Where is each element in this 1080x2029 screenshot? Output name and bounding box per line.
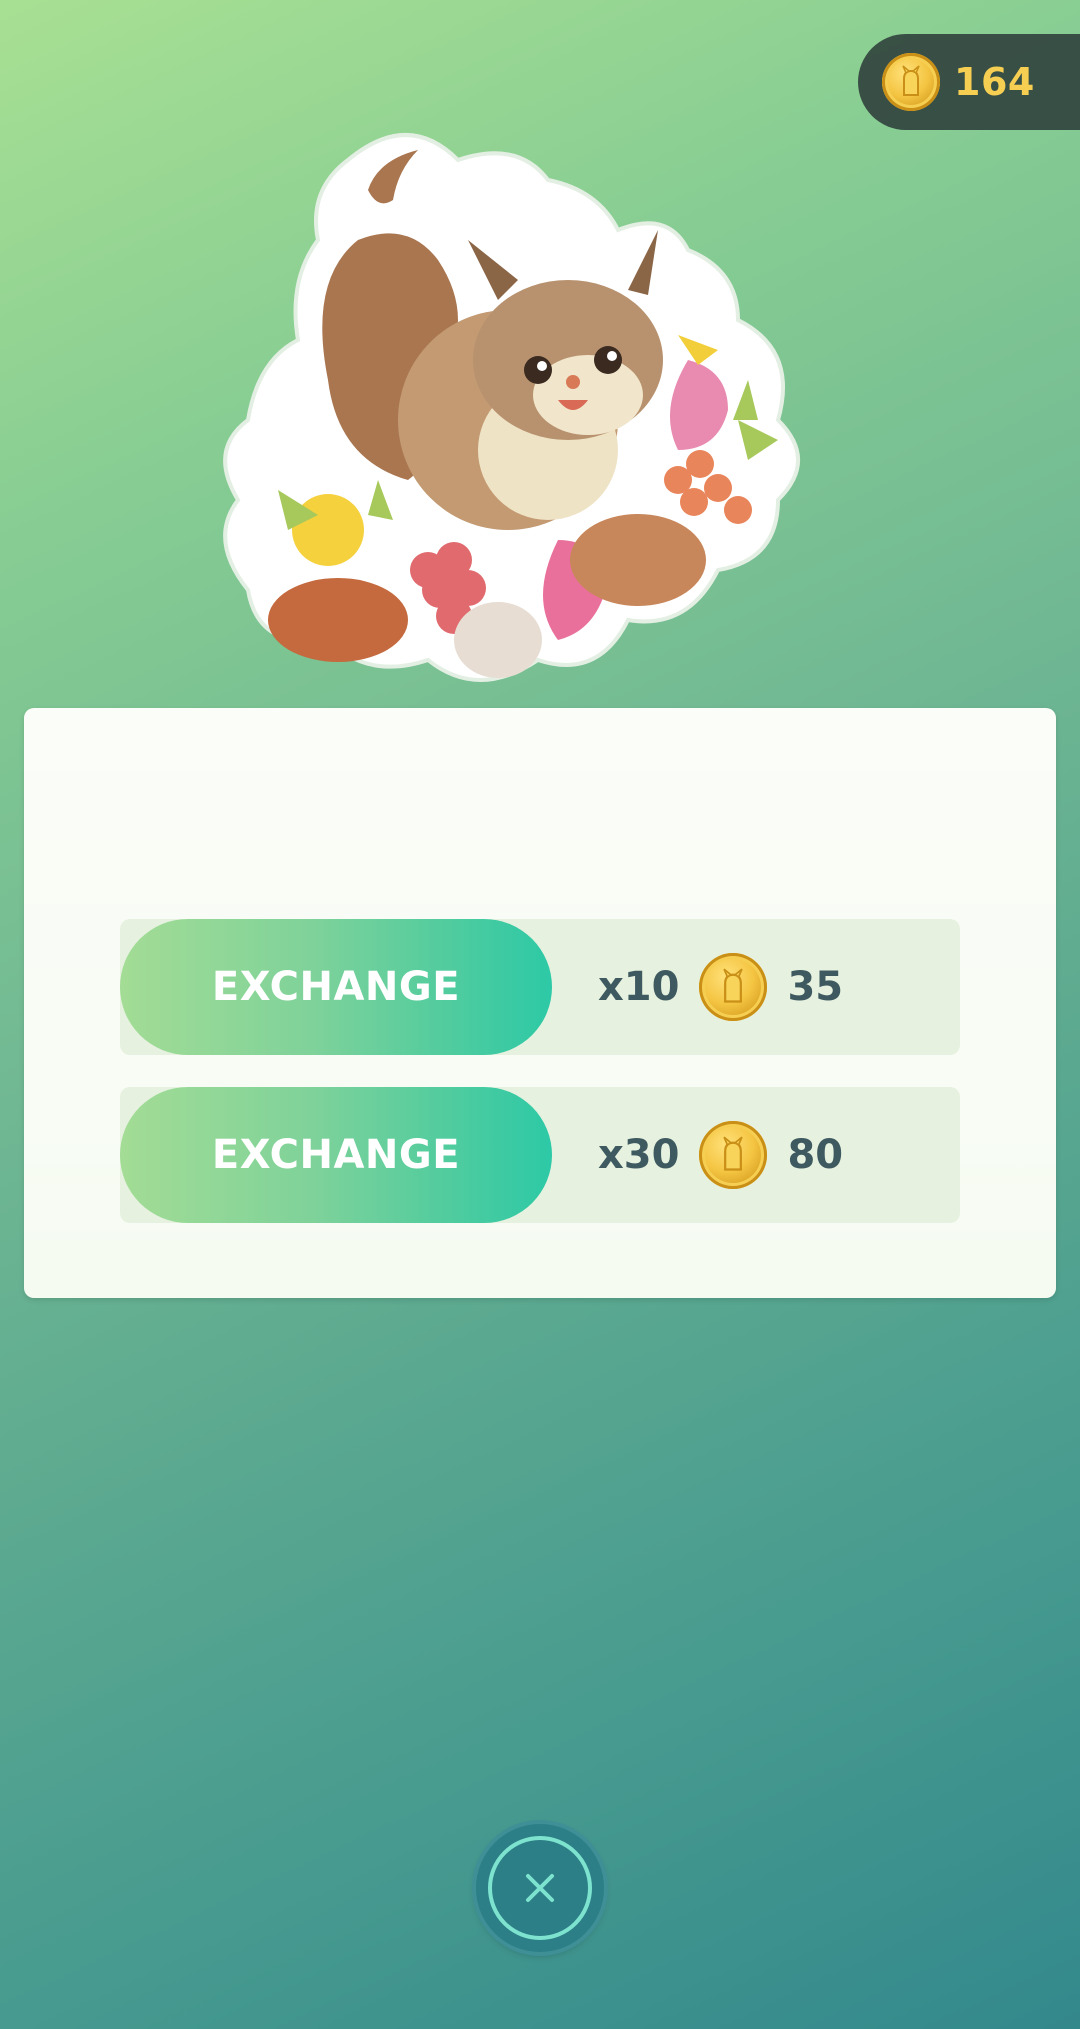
- offer-price: 80: [787, 1132, 844, 1178]
- close-button[interactable]: [476, 1824, 604, 1952]
- coin-count: 164: [954, 60, 1035, 104]
- offer-quantity: x30: [598, 1132, 680, 1178]
- offer-price: 35: [787, 964, 844, 1010]
- coin-icon: [882, 53, 940, 111]
- exchange-button[interactable]: EXCHANGE: [120, 1087, 552, 1223]
- coin-icon: [699, 1121, 768, 1189]
- exchange-panel: EXCHANGE x10 35 EXCHANGE x30 80: [24, 708, 1056, 1298]
- coin-icon: [699, 953, 768, 1021]
- close-icon: [488, 1836, 592, 1940]
- coin-counter: 164: [858, 34, 1080, 130]
- offer-row: EXCHANGE x30 80: [120, 1087, 960, 1223]
- offer-quantity: x10: [598, 964, 680, 1010]
- sticker-illustration: [218, 120, 858, 760]
- exchange-button[interactable]: EXCHANGE: [120, 919, 552, 1055]
- offer-row: EXCHANGE x10 35: [120, 919, 960, 1055]
